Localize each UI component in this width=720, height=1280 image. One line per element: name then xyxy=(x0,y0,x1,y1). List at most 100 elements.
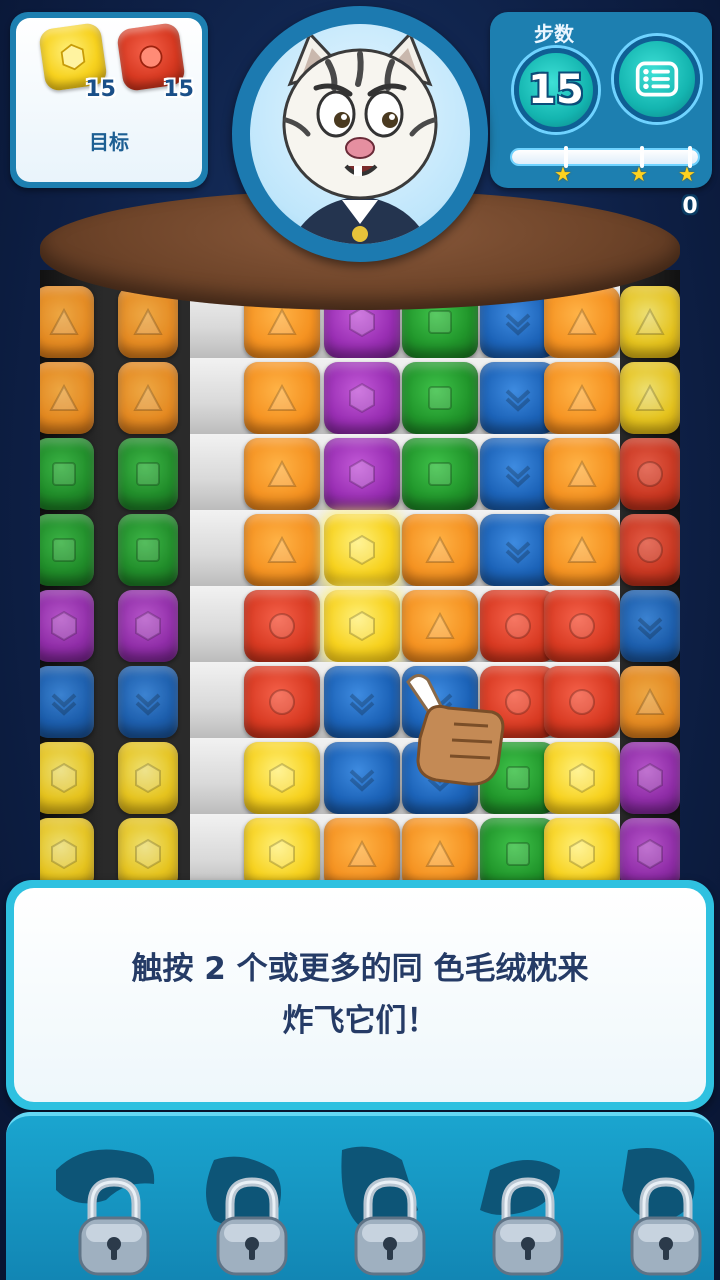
plush-cube-yellow[interactable] xyxy=(118,742,178,814)
plush-cube-orange[interactable] xyxy=(402,590,478,662)
plush-cube-orange[interactable] xyxy=(544,362,620,434)
plush-cube-yellow[interactable] xyxy=(244,818,320,880)
circle-icon xyxy=(565,685,599,719)
plush-cube-blue[interactable] xyxy=(118,666,178,738)
square-icon xyxy=(47,457,81,491)
triangle-icon xyxy=(265,305,299,339)
chevron-icon xyxy=(633,609,667,643)
hexagon-icon xyxy=(345,457,379,491)
plush-cube-orange[interactable] xyxy=(244,362,320,434)
plush-cube-green[interactable] xyxy=(402,362,478,434)
plush-cube-purple[interactable] xyxy=(324,438,400,510)
plush-cube-green[interactable] xyxy=(402,438,478,510)
hexagon-icon xyxy=(265,837,299,871)
plush-cube-orange[interactable] xyxy=(544,438,620,510)
hexagon-icon xyxy=(131,609,165,643)
plush-cube-purple[interactable] xyxy=(118,590,178,662)
chevron-icon xyxy=(501,381,535,415)
plush-cube-yellow[interactable] xyxy=(620,362,680,434)
plush-cube-red[interactable] xyxy=(544,590,620,662)
triangle-icon xyxy=(423,837,457,871)
circle-icon xyxy=(265,685,299,719)
menu-button[interactable] xyxy=(614,36,700,122)
lock-icon xyxy=(216,1177,288,1276)
plush-cube-blue[interactable] xyxy=(324,742,400,814)
plush-cube-orange[interactable] xyxy=(544,514,620,586)
tiger-character xyxy=(282,31,438,244)
chevron-icon xyxy=(501,305,535,339)
plush-cube-orange[interactable] xyxy=(402,818,478,880)
plush-cube-green[interactable] xyxy=(118,438,178,510)
hexagon-icon xyxy=(345,381,379,415)
tower-row xyxy=(40,662,680,738)
plush-cube-red[interactable] xyxy=(244,666,320,738)
plush-cube-red[interactable] xyxy=(244,590,320,662)
plush-cube-red[interactable] xyxy=(620,438,680,510)
plush-cube-orange[interactable] xyxy=(620,666,680,738)
character-portrait xyxy=(232,6,488,262)
triangle-icon xyxy=(633,685,667,719)
moves-panel: 步数 15 ★ ★ ★ xyxy=(490,12,712,188)
hexagon-icon xyxy=(565,761,599,795)
square-icon xyxy=(501,837,535,871)
square-icon xyxy=(423,381,457,415)
triangle-icon xyxy=(265,533,299,567)
plush-cube-green[interactable] xyxy=(40,438,94,510)
hexagon-icon xyxy=(633,837,667,871)
plush-cube-purple[interactable] xyxy=(620,742,680,814)
booster-slot-locked[interactable] xyxy=(598,1132,718,1278)
goal-item-red: 15 xyxy=(115,21,194,102)
chevron-icon xyxy=(501,533,535,567)
circle-icon xyxy=(501,609,535,643)
tower-row xyxy=(40,586,680,662)
plush-cube-orange[interactable] xyxy=(40,362,94,434)
triangle-icon xyxy=(565,381,599,415)
booster-slot-locked[interactable] xyxy=(460,1132,580,1278)
tower-row xyxy=(40,814,680,880)
triangle-icon xyxy=(565,457,599,491)
hand-pointer-icon xyxy=(406,674,505,786)
plush-cube-yellow[interactable] xyxy=(244,742,320,814)
hexagon-icon xyxy=(131,761,165,795)
chevron-icon xyxy=(501,457,535,491)
plush-cube-blue[interactable] xyxy=(620,590,680,662)
triangle-icon xyxy=(265,457,299,491)
plush-cube-blue[interactable] xyxy=(324,666,400,738)
star-marker: ★ xyxy=(630,146,654,186)
booster-slot-locked[interactable] xyxy=(46,1132,166,1278)
plush-cube-yellow[interactable] xyxy=(324,514,400,586)
plush-cube-purple[interactable] xyxy=(40,590,94,662)
plush-cube-purple[interactable] xyxy=(620,818,680,880)
plush-cube-yellow[interactable] xyxy=(620,286,680,358)
plush-cube-yellow[interactable] xyxy=(324,590,400,662)
plush-cube-purple[interactable] xyxy=(324,362,400,434)
plush-cube-orange[interactable] xyxy=(118,362,178,434)
square-icon xyxy=(47,533,81,567)
plush-cube-yellow[interactable] xyxy=(544,742,620,814)
plush-cube-yellow[interactable] xyxy=(544,818,620,880)
plush-cube-red[interactable] xyxy=(544,666,620,738)
plush-cube-yellow[interactable] xyxy=(118,818,178,880)
plush-cube-green[interactable] xyxy=(118,514,178,586)
hexagon-icon xyxy=(345,609,379,643)
plush-cube-orange[interactable] xyxy=(244,438,320,510)
plush-cube-green[interactable] xyxy=(40,514,94,586)
plush-cube-orange[interactable] xyxy=(244,514,320,586)
plush-cube-red[interactable] xyxy=(620,514,680,586)
booster-bar xyxy=(6,1112,714,1280)
goal-label: 目标 xyxy=(89,130,129,154)
booster-slot-locked[interactable] xyxy=(184,1132,304,1278)
circle-icon xyxy=(633,533,667,567)
triangle-icon xyxy=(345,837,379,871)
plush-cube-orange[interactable] xyxy=(324,818,400,880)
booster-slot-locked[interactable] xyxy=(322,1132,442,1278)
chevron-icon xyxy=(345,761,379,795)
plush-cube-orange[interactable] xyxy=(402,514,478,586)
plush-cube-blue[interactable] xyxy=(40,666,94,738)
tower-body xyxy=(40,270,680,880)
tutorial-panel-inner: 触按 2 个或更多的同 色毛绒枕来 炸飞它们！ xyxy=(14,888,706,1102)
plush-cube-yellow[interactable] xyxy=(40,818,94,880)
plush-cube-orange[interactable] xyxy=(40,286,94,358)
plush-cube-yellow[interactable] xyxy=(40,742,94,814)
triangle-icon xyxy=(633,381,667,415)
